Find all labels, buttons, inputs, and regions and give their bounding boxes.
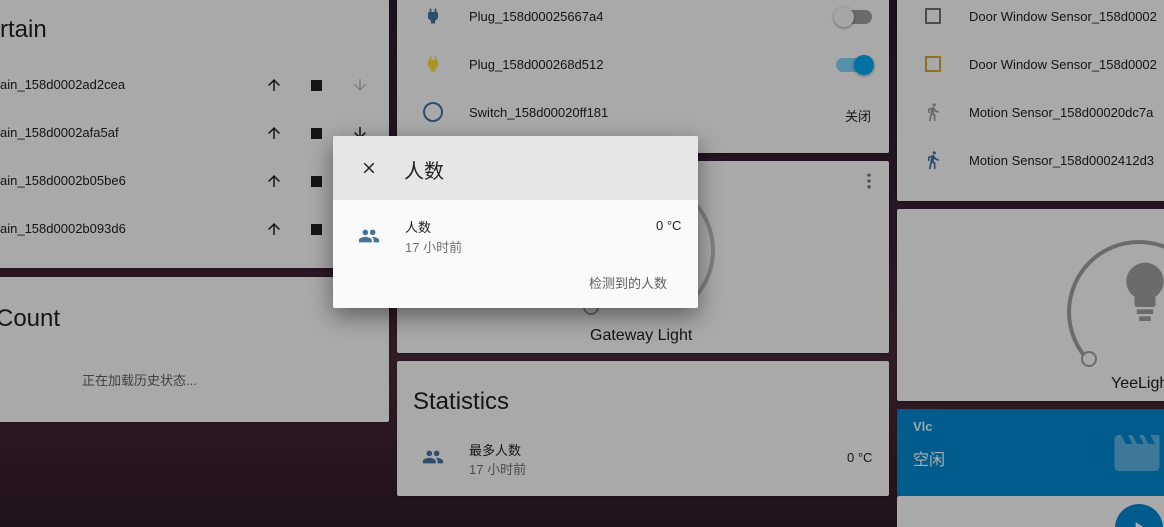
dialog-footer-text: 检测到的人数 xyxy=(589,276,668,291)
account-multiple-icon xyxy=(357,224,381,248)
dialog-entity-value: 0 °C xyxy=(656,218,682,233)
dialog-header: 人数 xyxy=(333,136,698,200)
dialog-title: 人数 xyxy=(404,161,444,183)
more-info-dialog: 人数 人数 17 小时前 0 °C 检测到的人数 xyxy=(333,136,698,308)
close-icon[interactable] xyxy=(357,156,381,180)
dialog-entity-time: 17 小时前 xyxy=(405,240,463,255)
dialog-entity-name: 人数 xyxy=(405,220,432,235)
